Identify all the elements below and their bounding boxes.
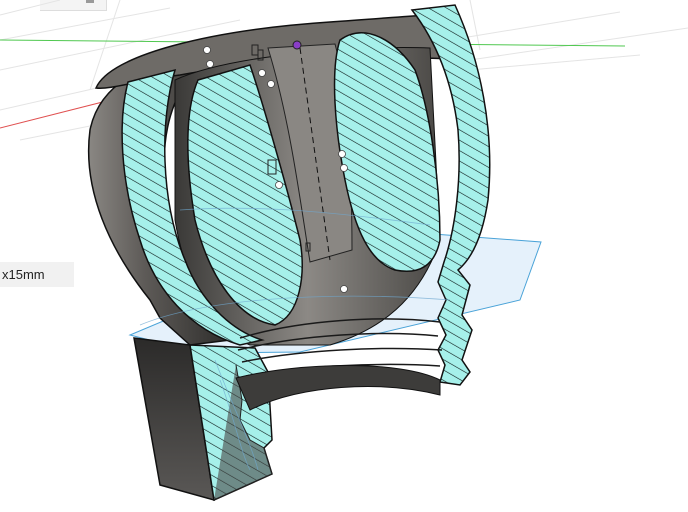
base-block[interactable]	[133, 337, 273, 502]
3d-viewport[interactable]	[0, 0, 688, 512]
dimension-label: x15mm	[0, 262, 74, 287]
origin-point-icon[interactable]	[292, 40, 302, 50]
